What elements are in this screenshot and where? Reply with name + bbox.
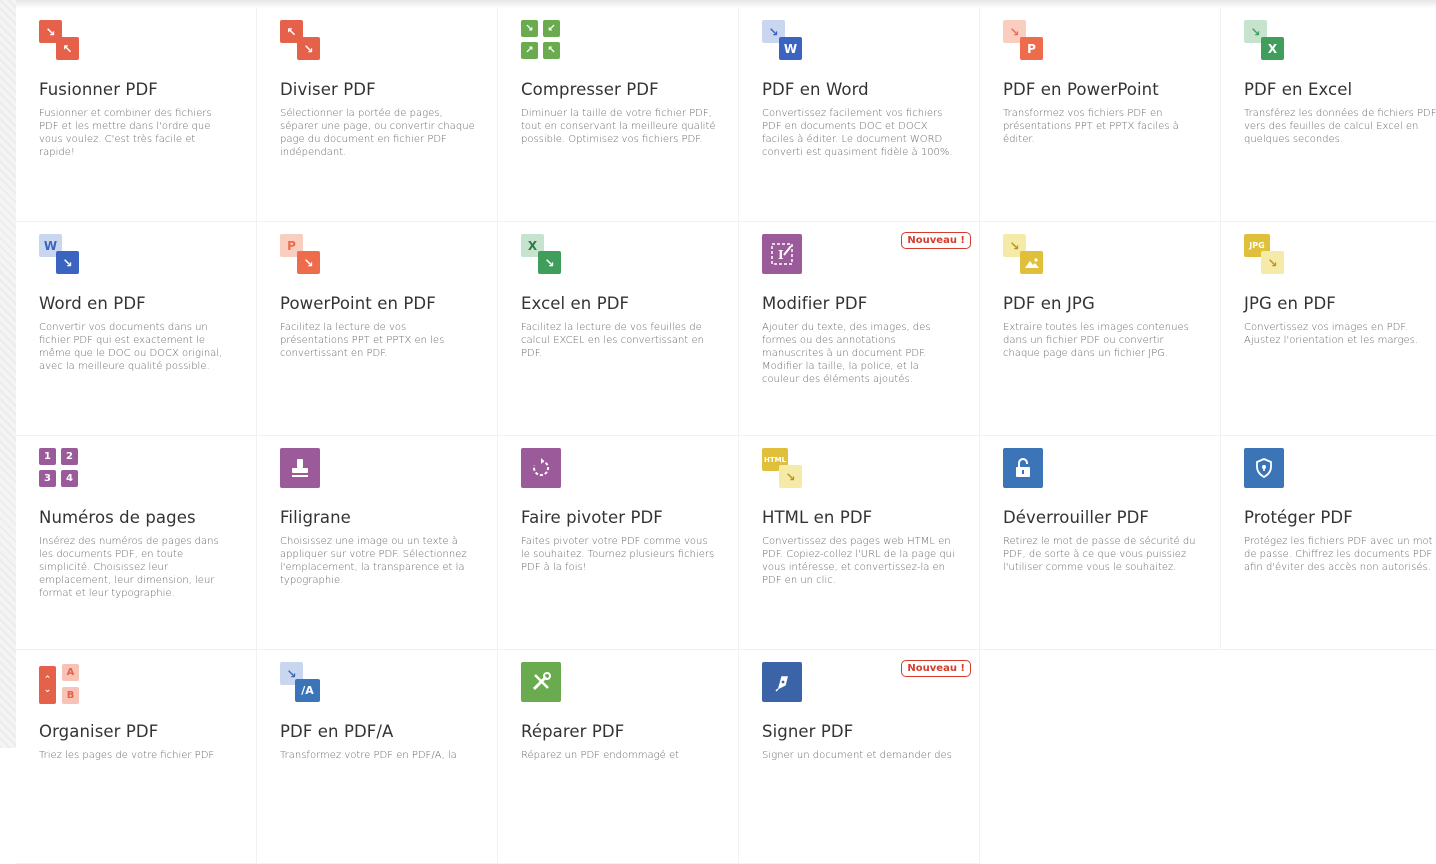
tool-title: Fusionner PDF xyxy=(39,80,158,99)
tool-description: Convertissez facilement vos fichiers PDF… xyxy=(762,108,953,158)
svg-text:I: I xyxy=(778,248,784,262)
header-shadow xyxy=(16,0,1436,8)
tool-description: Convertissez vos images en PDF. Ajustez … xyxy=(1244,322,1418,346)
tool-description: Faites pivoter votre PDF comme vous le s… xyxy=(521,536,715,573)
tool-card-jpg-to-pdf[interactable]: JPG ↘ JPG en PDF Convertissez vos images… xyxy=(1221,222,1436,436)
tool-description: Convertir vos documents dans un fichier … xyxy=(39,322,223,372)
tool-description: Fusionner et combiner des fichiers PDF e… xyxy=(39,108,212,158)
tool-card-sign-pdf[interactable]: Nouveau ! Signer PDF Signer un document … xyxy=(739,650,980,864)
tool-description: Choisissez une image ou un texte à appli… xyxy=(280,536,467,586)
watermark-stamp-icon xyxy=(280,448,320,488)
pdf-to-excel-icon: ↘ X xyxy=(1244,20,1284,60)
tool-card-organize-pdf[interactable]: ⌃ ⌄ A B Organiser PDF Triez les pages de … xyxy=(16,650,257,864)
new-badge: Nouveau ! xyxy=(901,232,971,249)
protect-shield-icon xyxy=(1244,448,1284,488)
tool-title: PowerPoint en PDF xyxy=(280,294,436,313)
tool-card-rotate-pdf[interactable]: Faire pivoter PDF Faites pivoter votre P… xyxy=(498,436,739,650)
tool-title: Filigrane xyxy=(280,508,351,527)
tool-card-pdf-to-jpg[interactable]: ↘ PDF en JPG Extraire toutes les images … xyxy=(980,222,1221,436)
tool-title: PDF en PDF/A xyxy=(280,722,394,741)
tool-description: Transformez votre PDF en PDF/A, la xyxy=(280,750,457,761)
tool-card-pdf-to-excel[interactable]: ↘ X PDF en Excel Transférez les données … xyxy=(1221,8,1436,222)
jpg-to-pdf-icon: JPG ↘ xyxy=(1244,234,1284,274)
tools-grid: ↘ ↖ Fusionner PDF Fusionner et combiner … xyxy=(16,8,1436,864)
tool-title: Excel en PDF xyxy=(521,294,630,313)
tool-description: Transformez vos fichiers PDF en présenta… xyxy=(1003,108,1179,145)
tool-title: Word en PDF xyxy=(39,294,146,313)
tool-description: Retirez le mot de passe de sécurité du P… xyxy=(1003,536,1196,573)
tool-description: Convertissez des pages web HTML en PDF. … xyxy=(762,536,955,586)
powerpoint-to-pdf-icon: P ↘ xyxy=(280,234,320,274)
tool-card-pdf-to-powerpoint[interactable]: ↘ P PDF en PowerPoint Transformez vos fi… xyxy=(980,8,1221,222)
excel-to-pdf-icon: X ↘ xyxy=(521,234,561,274)
tool-title: PDF en Word xyxy=(762,80,869,99)
tool-title: PDF en JPG xyxy=(1003,294,1095,313)
tool-title: Faire pivoter PDF xyxy=(521,508,663,527)
pdf-to-pdfa-icon: ↘ /A xyxy=(280,662,320,702)
tool-title: Compresser PDF xyxy=(521,80,659,99)
tool-card-split-pdf[interactable]: ↖ ↘ Diviser PDF Sélectionner la portée d… xyxy=(257,8,498,222)
tool-title: Protéger PDF xyxy=(1244,508,1353,527)
unlock-padlock-icon xyxy=(1003,448,1043,488)
tool-description: Facilitez la lecture de vos feuilles de … xyxy=(521,322,704,359)
organize-pdf-icon: ⌃ ⌄ A B xyxy=(39,662,79,704)
tool-title: Numéros de pages xyxy=(39,508,196,527)
tool-description: Réparez un PDF endommagé et xyxy=(521,750,680,761)
tool-card-html-to-pdf[interactable]: HTML ↘ HTML en PDF Convertissez des page… xyxy=(739,436,980,650)
tool-card-merge-pdf[interactable]: ↘ ↖ Fusionner PDF Fusionner et combiner … xyxy=(16,8,257,222)
tool-title: Déverrouiller PDF xyxy=(1003,508,1150,527)
tool-card-page-numbers[interactable]: 1 2 3 4 Numéros de pages Insérez des num… xyxy=(16,436,257,650)
tool-title: Modifier PDF xyxy=(762,294,868,313)
tool-card-pdf-to-word[interactable]: ↘ W PDF en Word Convertissez facilement … xyxy=(739,8,980,222)
tool-title: JPG en PDF xyxy=(1244,294,1336,313)
tool-card-pdf-to-pdfa[interactable]: ↘ /A PDF en PDF/A Transformez votre PDF … xyxy=(257,650,498,864)
rotate-pdf-icon xyxy=(521,448,561,488)
word-to-pdf-icon: W ↘ xyxy=(39,234,79,274)
tool-description: Sélectionner la portée de pages, séparer… xyxy=(280,108,475,158)
pdf-to-word-icon: ↘ W xyxy=(762,20,802,60)
sign-pen-icon xyxy=(762,662,802,702)
tool-title: Réparer PDF xyxy=(521,722,625,741)
tool-title: PDF en Excel xyxy=(1244,80,1353,99)
pdf-to-jpg-icon: ↘ xyxy=(1003,234,1043,274)
page-background-strip xyxy=(0,0,16,748)
tool-card-watermark[interactable]: Filigrane Choisissez une image ou un tex… xyxy=(257,436,498,650)
pdf-to-powerpoint-icon: ↘ P xyxy=(1003,20,1043,60)
tool-description: Transférez les données de fichiers PDF v… xyxy=(1244,108,1436,145)
split-pdf-icon: ↖ ↘ xyxy=(280,20,320,60)
tool-title: Diviser PDF xyxy=(280,80,376,99)
tool-card-edit-pdf[interactable]: Nouveau ! I Modifier PDF Ajouter du text… xyxy=(739,222,980,436)
tool-card-repair-pdf[interactable]: Réparer PDF Réparez un PDF endommagé et xyxy=(498,650,739,864)
merge-pdf-icon: ↘ ↖ xyxy=(39,20,79,60)
tool-card-protect-pdf[interactable]: Protéger PDF Protégez les fichiers PDF a… xyxy=(1221,436,1436,650)
tool-description: Extraire toutes les images contenues dan… xyxy=(1003,322,1189,359)
new-badge: Nouveau ! xyxy=(901,660,971,677)
tool-title: Organiser PDF xyxy=(39,722,159,741)
repair-tools-icon xyxy=(521,662,561,702)
tool-title: Signer PDF xyxy=(762,722,854,741)
tool-description: Signer un document et demander des xyxy=(762,750,952,761)
tool-card-compress-pdf[interactable]: ↘ ↙ ↗ ↖ Compresser PDF Diminuer la taill… xyxy=(498,8,739,222)
html-to-pdf-icon: HTML ↘ xyxy=(762,448,802,488)
tool-card-excel-to-pdf[interactable]: X ↘ Excel en PDF Facilitez la lecture de… xyxy=(498,222,739,436)
tool-description: Protégez les fichiers PDF avec un mot de… xyxy=(1244,536,1433,573)
tool-card-word-to-pdf[interactable]: W ↘ Word en PDF Convertir vos documents … xyxy=(16,222,257,436)
edit-pdf-icon: I xyxy=(762,234,802,274)
page-numbers-icon: 1 2 3 4 xyxy=(39,448,79,488)
tool-description: Insérez des numéros de pages dans les do… xyxy=(39,536,219,599)
tool-description: Triez les pages de votre fichier PDF xyxy=(39,750,215,761)
tool-card-powerpoint-to-pdf[interactable]: P ↘ PowerPoint en PDF Facilitez la lectu… xyxy=(257,222,498,436)
tool-card-unlock-pdf[interactable]: Déverrouiller PDF Retirez le mot de pass… xyxy=(980,436,1221,650)
tool-title: PDF en PowerPoint xyxy=(1003,80,1159,99)
tool-description: Diminuer la taille de votre fichier PDF,… xyxy=(521,108,716,145)
compress-pdf-icon: ↘ ↙ ↗ ↖ xyxy=(521,20,561,60)
tool-title: HTML en PDF xyxy=(762,508,873,527)
tool-description: Facilitez la lecture de vos présentation… xyxy=(280,322,445,359)
tool-description: Ajouter du texte, des images, des formes… xyxy=(762,322,931,385)
